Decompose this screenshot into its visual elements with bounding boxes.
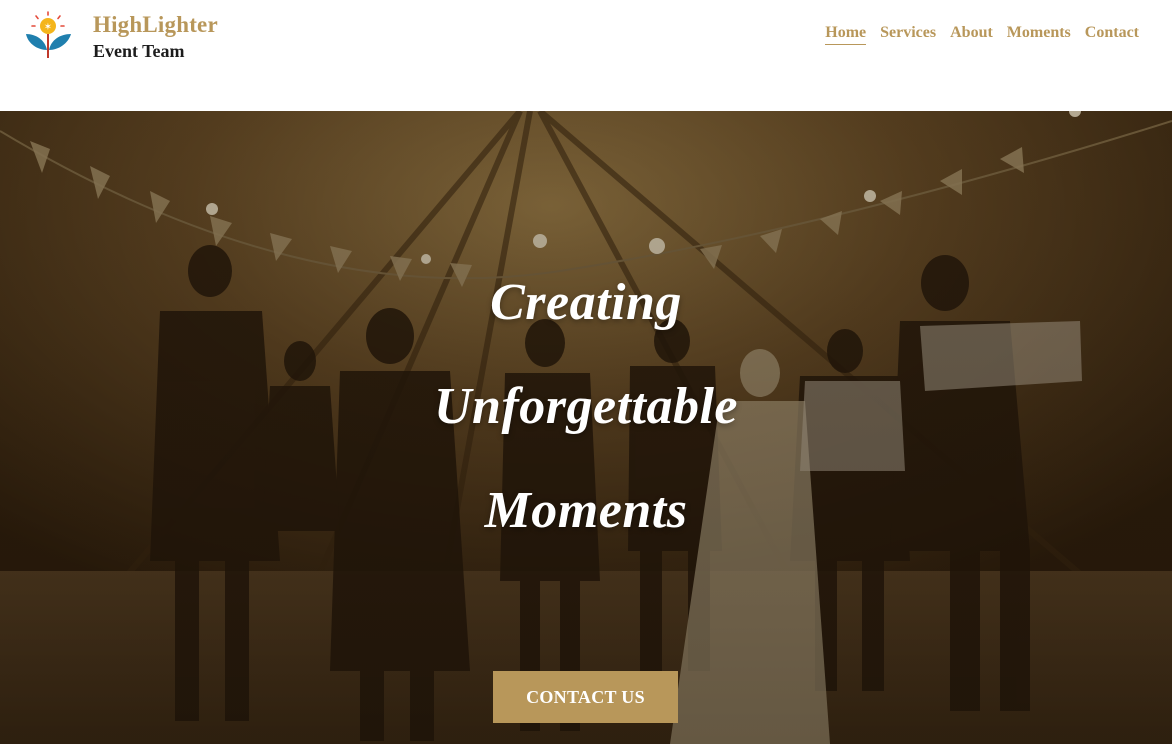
brand-name[interactable]: HighLighter	[93, 12, 218, 38]
nav-item-about[interactable]: About	[950, 24, 993, 45]
nav-item-services[interactable]: Services	[880, 24, 936, 45]
brand-logo-icon[interactable]: ✶	[24, 10, 76, 60]
hero-headline-line-2: Unforgettable	[433, 378, 739, 435]
contact-us-button[interactable]: CONTACT US	[493, 671, 678, 723]
nav-item-moments[interactable]: Moments	[1007, 24, 1071, 45]
hero-headline-line-1: Creating	[490, 274, 682, 331]
hero-headline-line-3: Moments	[484, 482, 688, 539]
brand-tagline[interactable]: Event Team	[93, 41, 185, 62]
svg-text:✶: ✶	[44, 22, 52, 33]
hero-section: Creating Unforgettable Moments CONTACT U…	[0, 111, 1172, 744]
nav-item-home[interactable]: Home	[825, 24, 867, 45]
main-nav: Home Services About Moments Contact	[825, 24, 1139, 45]
site-header: ✶ HighLighter Event Team Home Services A…	[0, 0, 1172, 111]
nav-item-contact[interactable]: Contact	[1085, 24, 1139, 45]
